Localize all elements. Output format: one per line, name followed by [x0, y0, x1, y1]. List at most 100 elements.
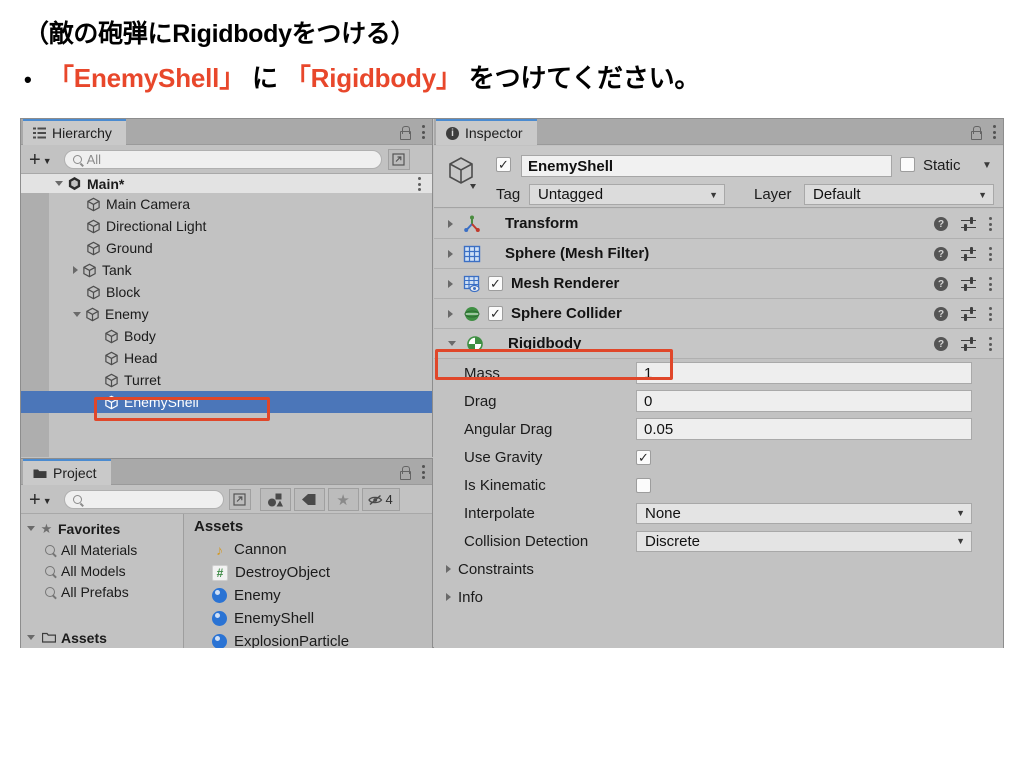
favorite-item-all-materials[interactable]: All Materials — [21, 539, 183, 560]
preset-settings-icon[interactable] — [961, 336, 976, 351]
help-icon[interactable]: ? — [934, 277, 948, 291]
chevron-right-icon[interactable] — [448, 279, 453, 288]
asset-filter-button[interactable] — [259, 488, 291, 511]
hierarchy-item-block[interactable]: Block — [21, 281, 432, 303]
favorite-star-button[interactable]: ★ — [327, 488, 359, 511]
property-dropdown-interpolate[interactable]: None ▼ — [636, 502, 972, 524]
project-favorites-column[interactable]: ★ Favorites All Materials All Models All Pre… — [21, 514, 184, 648]
asset-item-cannon[interactable]: ♪ Cannon — [184, 538, 432, 561]
assets-folder-row[interactable]: Assets — [21, 627, 183, 648]
preset-settings-icon[interactable] — [961, 306, 976, 321]
hierarchy-item-body[interactable]: Body — [21, 325, 432, 347]
help-icon[interactable]: ? — [934, 337, 948, 351]
project-search-input[interactable] — [63, 490, 224, 509]
hierarchy-item-directional-light[interactable]: Directional Light — [21, 215, 432, 237]
help-icon[interactable]: ? — [934, 217, 948, 231]
favorite-item-all-prefabs[interactable]: All Prefabs — [21, 581, 183, 602]
lock-icon[interactable] — [970, 126, 982, 140]
help-icon[interactable]: ? — [934, 247, 948, 261]
property-dropdown-collision-detection[interactable]: Discrete ▼ — [636, 530, 972, 552]
chevron-right-icon[interactable] — [448, 219, 453, 228]
help-icon[interactable]: ? — [934, 307, 948, 321]
kebab-menu-icon[interactable] — [989, 216, 993, 232]
tab-inspector[interactable]: i Inspector — [436, 119, 537, 145]
kebab-menu-icon[interactable] — [418, 176, 422, 192]
kebab-menu-icon[interactable] — [422, 124, 426, 140]
label-tag-button[interactable] — [293, 488, 325, 511]
hierarchy-item-main[interactable]: Main* — [21, 174, 432, 193]
component-enabled-checkbox[interactable]: ✓ — [488, 276, 503, 291]
chevron-right-icon[interactable] — [448, 249, 453, 258]
preset-settings-icon[interactable] — [961, 216, 976, 231]
property-checkbox-use-gravity[interactable]: ✓ — [636, 449, 651, 465]
project-assets-column[interactable]: Assets ♪ Cannon # DestroyObject Enemy EnemySh… — [184, 514, 432, 648]
hierarchy-item-head[interactable]: Head — [21, 347, 432, 369]
hierarchy-item-turret[interactable]: Turret — [21, 369, 432, 391]
hierarchy-expand-search-button[interactable] — [387, 149, 410, 170]
component-enabled-checkbox[interactable]: ✓ — [488, 306, 503, 321]
hierarchy-search-input[interactable]: All — [63, 150, 382, 169]
component-row-rigidbody[interactable]: Rigidbody? — [434, 329, 1003, 359]
hierarchy-item-tank[interactable]: Tank — [21, 259, 432, 281]
project-expand-search-button[interactable] — [228, 489, 251, 510]
add-gameobject-button[interactable]: + ▼ — [29, 150, 52, 170]
component-row-icons: ? — [934, 239, 993, 269]
chevron-right-icon[interactable] — [448, 309, 453, 318]
foldout-info[interactable]: Info — [434, 583, 1003, 611]
component-row-sphere-collider[interactable]: ✓ Sphere Collider? — [434, 299, 1003, 329]
favorite-item-all-models[interactable]: All Models — [21, 560, 183, 581]
asset-item-enemyshell[interactable]: EnemyShell — [184, 607, 432, 630]
chevron-down-icon[interactable] — [55, 181, 63, 186]
asset-item-enemy[interactable]: Enemy — [184, 584, 432, 607]
preset-settings-icon[interactable] — [961, 276, 976, 291]
chevron-right-icon[interactable] — [73, 266, 78, 274]
project-panel: Project + ▼ ★ 4 ★ Favorites All Material… — [21, 458, 433, 648]
component-row-sphere-mesh-filter[interactable]: Sphere (Mesh Filter)? — [434, 239, 1003, 269]
preset-settings-icon[interactable] — [961, 246, 976, 261]
kebab-menu-icon[interactable] — [989, 246, 993, 262]
gameobject-name-input[interactable]: EnemyShell — [521, 155, 892, 177]
kebab-menu-icon[interactable] — [989, 306, 993, 322]
kebab-menu-icon[interactable] — [989, 336, 993, 352]
property-input-angular-drag[interactable]: 0.05 — [636, 418, 972, 440]
inspector-tab-icons — [970, 119, 997, 145]
create-asset-button[interactable]: + ▼ — [29, 490, 52, 510]
lock-icon[interactable] — [399, 466, 411, 480]
asset-item-destroyobject[interactable]: # DestroyObject — [184, 561, 432, 584]
hierarchy-item-main-camera[interactable]: Main Camera — [21, 193, 432, 215]
hierarchy-item-ground[interactable]: Ground — [21, 237, 432, 259]
property-input-mass[interactable]: 1 — [636, 362, 972, 384]
hierarchy-item-enemyshell[interactable]: EnemyShell — [21, 391, 432, 413]
favorites-header[interactable]: ★ Favorites — [21, 518, 183, 539]
foldout-label-constraints: Constraints — [458, 560, 534, 578]
property-input-drag[interactable]: 0 — [636, 390, 972, 412]
hierarchy-item-enemy[interactable]: Enemy — [21, 303, 432, 325]
search-icon — [45, 565, 55, 576]
component-row-icons: ? — [934, 329, 993, 359]
property-checkbox-is-kinematic[interactable] — [636, 477, 651, 493]
foldout-constraints[interactable]: Constraints — [434, 555, 1003, 583]
component-row-mesh-renderer[interactable]: ✓ Mesh Renderer? — [434, 269, 1003, 299]
kebab-menu-icon[interactable] — [422, 464, 426, 480]
hierarchy-item-label: Main Camera — [106, 196, 191, 212]
lock-icon[interactable] — [399, 126, 411, 140]
hidden-packages-button[interactable]: 4 — [361, 488, 400, 511]
chevron-down-icon[interactable] — [73, 311, 81, 317]
asset-item-explosionparticle[interactable]: ExplosionParticle — [184, 630, 432, 648]
tab-project[interactable]: Project — [23, 459, 111, 485]
static-checkbox[interactable] — [900, 157, 915, 172]
layer-dropdown[interactable]: Default ▼ — [804, 184, 994, 205]
chevron-down-icon[interactable] — [448, 341, 456, 346]
component-row-transform[interactable]: Transform? — [434, 209, 1003, 239]
hidden-packages-count: 4 — [385, 492, 393, 507]
property-value-interpolate: None — [645, 504, 681, 522]
property-row-is-kinematic: Is Kinematic — [434, 471, 1003, 499]
tab-hierarchy[interactable]: Hierarchy — [23, 119, 126, 145]
tag-dropdown[interactable]: Untagged ▼ — [529, 184, 725, 205]
hierarchy-tree[interactable]: Main* Main Camera Directional Light Ground T… — [21, 174, 432, 457]
static-dropdown-arrow[interactable]: ▼ — [982, 160, 992, 171]
inspector-tabbar: i Inspector — [434, 119, 1003, 145]
kebab-menu-icon[interactable] — [993, 124, 997, 140]
gameobject-enabled-checkbox[interactable]: ✓ — [496, 157, 511, 172]
kebab-menu-icon[interactable] — [989, 276, 993, 292]
